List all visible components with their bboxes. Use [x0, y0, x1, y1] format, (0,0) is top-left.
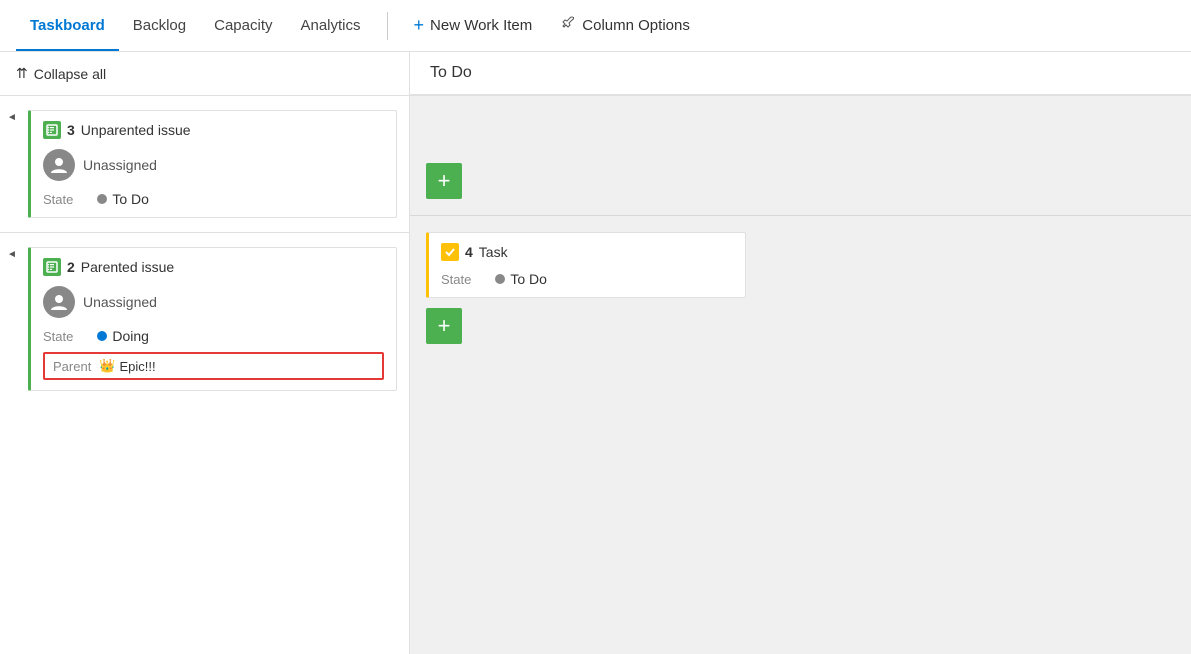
right-column: + 4 Task [410, 96, 1191, 654]
collapse-all-button[interactable]: ⇈ Collapse all [0, 55, 122, 92]
card-1-id: 3 [67, 122, 75, 138]
card-1-state-text: To Do [112, 191, 149, 207]
card-2-assignee-row: Unassigned [43, 286, 384, 318]
row-2-right: 4 Task State To Do + [410, 216, 1191, 360]
task-4-state-value: To Do [495, 271, 547, 287]
task-4-state-label: State [441, 272, 471, 287]
work-item-card-1[interactable]: 3 Unparented issue Unassigned State [28, 110, 397, 218]
card-2-state-label: State [43, 329, 73, 344]
task-4-state-row: State To Do [441, 271, 733, 287]
crown-icon: 👑 [99, 358, 115, 374]
todo-column-header: To Do [410, 52, 1191, 95]
issue-icon-1 [43, 121, 61, 139]
row2-collapse-arrow[interactable]: ◄ [0, 243, 24, 395]
task-icon-4 [441, 243, 459, 261]
new-work-item-button[interactable]: + New Work Item [400, 0, 547, 51]
card-2-state-value: Doing [97, 328, 149, 344]
card-2-state-row: State Doing [43, 328, 384, 344]
card-2-state-dot [97, 331, 107, 341]
card-2-assignee: Unassigned [83, 294, 157, 310]
plus-icon-row1: + [438, 168, 451, 194]
task-4-state-text: To Do [510, 271, 547, 287]
card-2-avatar [43, 286, 75, 318]
plus-icon: + [414, 15, 425, 36]
card-2-state-text: Doing [112, 328, 149, 344]
card-1-assignee: Unassigned [83, 157, 157, 173]
tab-taskboard[interactable]: Taskboard [16, 0, 119, 51]
task-4-title-row: 4 Task [441, 243, 733, 261]
card-1-state-dot [97, 194, 107, 204]
card-1-state-value: To Do [97, 191, 149, 207]
card-1-avatar [43, 149, 75, 181]
task-4-id: 4 [465, 244, 473, 260]
plus-icon-row2: + [438, 313, 451, 339]
row1-collapse-arrow[interactable]: ◄ [0, 106, 24, 222]
card-1-state-row: State To Do [43, 191, 384, 207]
task-4-name: Task [479, 244, 508, 260]
card-2-title-row: 2 Parented issue [43, 258, 384, 276]
row-1-right: + [410, 96, 1191, 216]
column-options-icon [560, 15, 576, 36]
tab-capacity[interactable]: Capacity [200, 0, 286, 51]
work-item-card-2[interactable]: 2 Parented issue Unassigned State [28, 247, 397, 391]
card-2-id: 2 [67, 259, 75, 275]
card-2-parent-row: Parent 👑 Epic!!! [43, 352, 384, 380]
row-1-left: ◄ 3 Unparented issue [0, 96, 409, 233]
column-options-button[interactable]: Column Options [546, 0, 704, 51]
card-2-parent-text: Epic!!! [120, 359, 156, 374]
task-4-state-dot [495, 274, 505, 284]
nav-bar: Taskboard Backlog Capacity Analytics + N… [0, 0, 1191, 52]
main-content: ⇈ Collapse all To Do ◄ [0, 52, 1191, 654]
collapse-arrows-icon: ⇈ [16, 65, 28, 82]
card-1-name: Unparented issue [81, 122, 191, 138]
card-1-state-label: State [43, 192, 73, 207]
card-2-name: Parented issue [81, 259, 174, 275]
tab-analytics[interactable]: Analytics [286, 0, 374, 51]
card-1-assignee-row: Unassigned [43, 149, 384, 181]
left-column: ◄ 3 Unparented issue [0, 96, 410, 654]
row-2-left: ◄ 2 Parented issue [0, 233, 409, 405]
issue-icon-2 [43, 258, 61, 276]
card-1-title-row: 3 Unparented issue [43, 121, 384, 139]
card-2-parent-label: Parent [53, 359, 91, 374]
add-task-row1-button[interactable]: + [426, 163, 462, 199]
card-2-parent-value: 👑 Epic!!! [99, 358, 155, 374]
tab-backlog[interactable]: Backlog [119, 0, 200, 51]
task-card-4[interactable]: 4 Task State To Do [426, 232, 746, 298]
add-task-row2-button[interactable]: + [426, 308, 462, 344]
nav-divider [387, 12, 388, 40]
